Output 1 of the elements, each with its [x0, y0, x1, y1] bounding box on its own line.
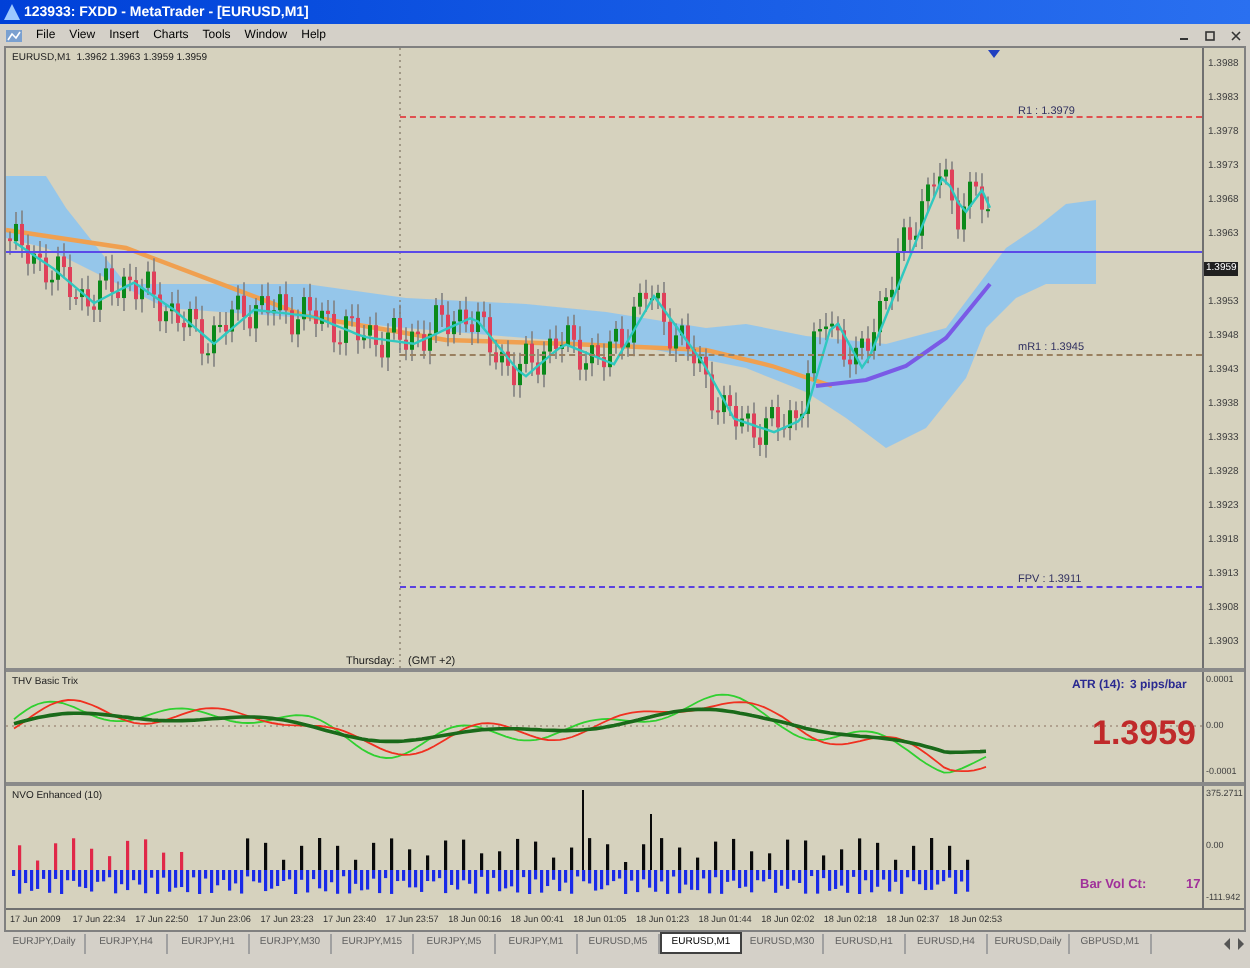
price-readout: 1.3959: [1092, 712, 1196, 756]
